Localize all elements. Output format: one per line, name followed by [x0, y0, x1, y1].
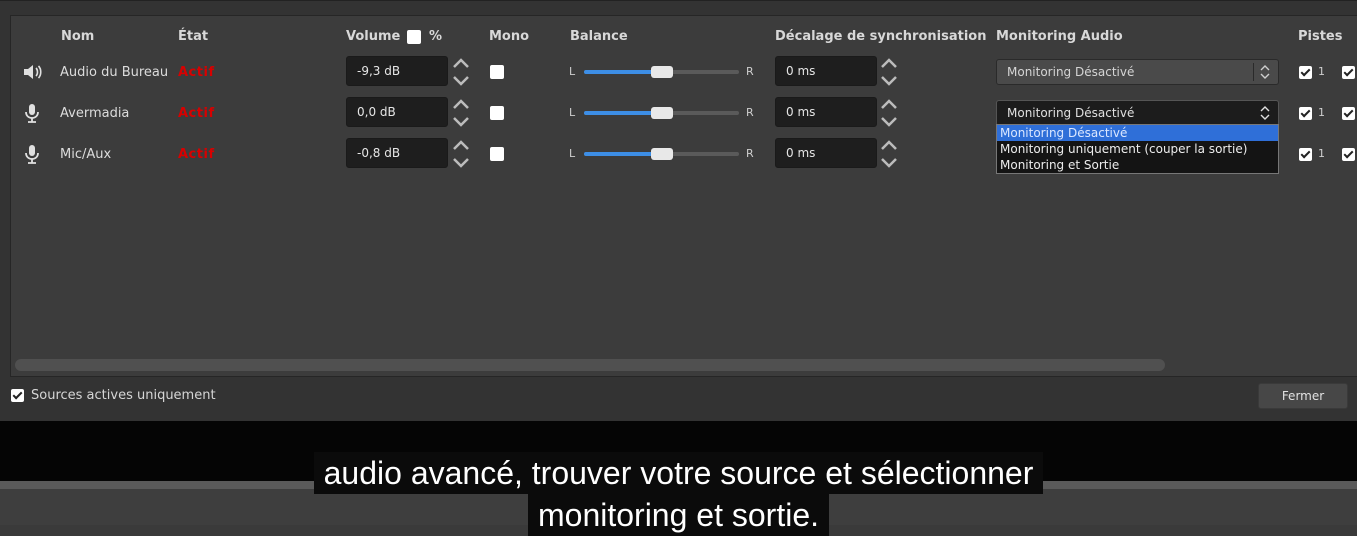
chevron-up-icon	[453, 140, 469, 150]
balance-slider[interactable]	[584, 66, 739, 78]
chevron-down-icon	[881, 76, 897, 86]
balance-slider[interactable]	[584, 107, 739, 119]
subtitle-line-2: monitoring et sortie.	[0, 494, 1357, 536]
header-volume: Volume	[346, 29, 401, 44]
speaker-icon	[21, 61, 43, 83]
sync-offset-input[interactable]: 0 ms	[775, 97, 877, 127]
header-state: État	[178, 29, 209, 44]
updown-arrows-icon	[1260, 65, 1270, 79]
advanced-audio-properties-dialog: Nom État Volume % Mono Balance Décalage …	[0, 0, 1357, 422]
monitoring-select[interactable]: Monitoring Désactivé	[996, 59, 1279, 85]
balance-right-label: R	[746, 106, 754, 119]
track-1-checkbox[interactable]	[1299, 107, 1312, 120]
track-1-checkbox[interactable]	[1299, 66, 1312, 79]
monitoring-select-value: Monitoring Désactivé	[1007, 106, 1135, 120]
header-sync-offset: Décalage de synchronisation	[775, 29, 987, 44]
subtitle-line-1: audio avancé, trouver votre source et sé…	[0, 452, 1357, 494]
subtitle-text: monitoring et sortie.	[527, 494, 829, 536]
track-2-checkbox[interactable]	[1342, 148, 1355, 161]
track-1-label: 1	[1318, 65, 1325, 78]
mono-checkbox[interactable]	[490, 147, 504, 161]
sync-offset-stepper[interactable]	[879, 137, 899, 171]
table-row: Audio du Bureau Actif -9,3 dB L R 0 ms M…	[11, 54, 1357, 90]
volume-percent-checkbox[interactable]	[407, 30, 421, 44]
balance-left-label: L	[569, 65, 576, 78]
header-mono: Mono	[489, 29, 530, 44]
source-name: Mic/Aux	[60, 146, 112, 162]
track-1-checkbox[interactable]	[1299, 148, 1312, 161]
mono-checkbox[interactable]	[490, 106, 504, 120]
chevron-down-icon	[881, 158, 897, 168]
status-badge: Actif	[178, 64, 215, 80]
active-sources-only-checkbox[interactable]	[11, 389, 24, 402]
header-tracks: Pistes	[1298, 29, 1343, 44]
chevron-up-icon	[881, 140, 897, 150]
updown-arrows-icon	[1260, 106, 1270, 120]
balance-right-label: R	[746, 147, 754, 160]
balance-left-label: L	[569, 147, 576, 160]
header-name: Nom	[61, 29, 95, 44]
header-monitoring: Monitoring Audio	[996, 29, 1123, 44]
monitoring-select-value: Monitoring Désactivé	[1007, 65, 1135, 79]
balance-slider-handle[interactable]	[650, 107, 673, 119]
volume-input[interactable]: -0,8 dB	[346, 138, 448, 168]
microphone-icon	[21, 102, 43, 124]
track-2-checkbox[interactable]	[1342, 107, 1355, 120]
monitoring-option-monitor-and-output[interactable]: Monitoring et Sortie	[997, 157, 1278, 173]
balance-slider-handle[interactable]	[650, 148, 673, 160]
header-percent: %	[429, 29, 443, 44]
monitoring-option-monitor-only[interactable]: Monitoring uniquement (couper la sortie)	[997, 141, 1278, 157]
chevron-down-icon	[453, 158, 469, 168]
balance-left-label: L	[569, 106, 576, 119]
balance-slider[interactable]	[584, 148, 739, 160]
chevron-down-icon	[453, 76, 469, 86]
balance-right-label: R	[746, 65, 754, 78]
chevron-up-icon	[881, 99, 897, 109]
volume-stepper[interactable]	[451, 137, 471, 171]
chevron-up-icon	[453, 58, 469, 68]
sync-offset-stepper[interactable]	[879, 55, 899, 89]
chevron-up-icon	[453, 99, 469, 109]
mono-checkbox[interactable]	[490, 65, 504, 79]
source-name: Avermadia	[60, 105, 130, 121]
sync-offset-input[interactable]: 0 ms	[775, 138, 877, 168]
sync-offset-input[interactable]: 0 ms	[775, 56, 877, 86]
monitoring-dropdown-list: Monitoring Désactivé Monitoring uniqueme…	[996, 124, 1279, 174]
status-badge: Actif	[178, 105, 215, 121]
close-button[interactable]: Fermer	[1258, 383, 1348, 409]
volume-stepper[interactable]	[451, 96, 471, 130]
volume-stepper[interactable]	[451, 55, 471, 89]
chevron-down-icon	[881, 117, 897, 127]
source-name: Audio du Bureau	[60, 64, 169, 80]
volume-input[interactable]: -9,3 dB	[346, 56, 448, 86]
chevron-down-icon	[453, 117, 469, 127]
sync-offset-stepper[interactable]	[879, 96, 899, 130]
monitoring-select[interactable]: Monitoring Désactivé	[996, 100, 1279, 126]
monitoring-option-disabled[interactable]: Monitoring Désactivé	[997, 125, 1278, 141]
microphone-icon	[21, 143, 43, 165]
track-1-label: 1	[1318, 106, 1325, 119]
track-1-label: 1	[1318, 147, 1325, 160]
subtitle-text: audio avancé, trouver votre source et sé…	[313, 452, 1044, 494]
status-badge: Actif	[178, 146, 215, 162]
volume-input[interactable]: 0,0 dB	[346, 97, 448, 127]
audio-sources-table: Nom État Volume % Mono Balance Décalage …	[10, 15, 1357, 377]
track-2-checkbox[interactable]	[1342, 66, 1355, 79]
horizontal-scrollbar[interactable]	[15, 359, 1165, 371]
chevron-up-icon	[881, 58, 897, 68]
active-sources-only-label: Sources actives uniquement	[31, 388, 216, 403]
balance-slider-handle[interactable]	[650, 66, 673, 78]
header-balance: Balance	[570, 29, 628, 44]
